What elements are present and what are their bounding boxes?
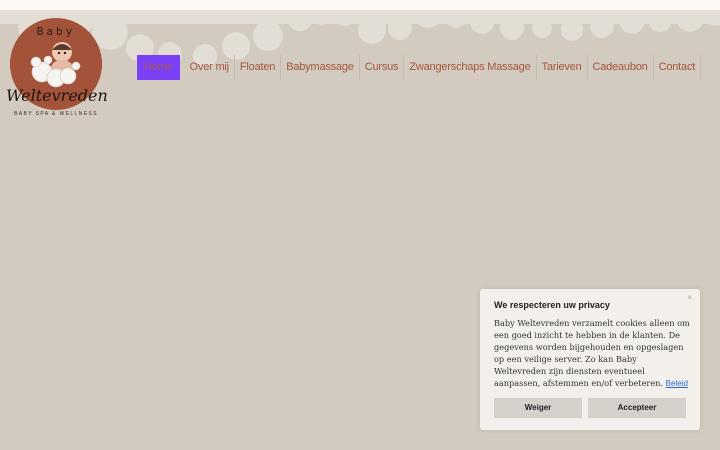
logo-top-text: Baby	[36, 25, 76, 38]
nav-item-home[interactable]: Home	[137, 55, 180, 80]
nav-item-over-mij[interactable]: Over mij	[185, 55, 235, 80]
nav-item-tarieven[interactable]: Tarieven	[537, 55, 588, 80]
cookie-consent-dialog: We respecteren uw privacy × Baby Weltevr…	[480, 289, 700, 430]
cookie-title: We respecteren uw privacy	[494, 300, 610, 310]
site-logo[interactable]: Baby Weltevreden BABY SPA & WELLNESS	[6, 14, 108, 120]
cookie-body-text: Baby Weltevreden verzamelt cookies allee…	[494, 318, 690, 388]
logo-tagline: BABY SPA & WELLNESS	[14, 111, 98, 117]
baby-illustration-icon	[30, 42, 81, 88]
policy-link[interactable]: Beleid	[666, 379, 688, 388]
nav-item-cadeaubon[interactable]: Cadeaubon	[588, 55, 654, 80]
close-icon[interactable]: ×	[687, 293, 692, 302]
nav-item-floaten[interactable]: Floaten	[235, 55, 282, 80]
deny-button[interactable]: Weiger	[494, 398, 582, 418]
nav-item-babymassage[interactable]: Babymassage	[281, 55, 360, 80]
nav-item-zwangerschaps-massage[interactable]: Zwangerschaps Massage	[404, 55, 537, 80]
nav-item-cursus[interactable]: Cursus	[360, 55, 405, 80]
accept-button[interactable]: Accepteer	[588, 398, 686, 418]
main-navigation: Home Over mij Floaten Babymassage Cursus…	[137, 55, 702, 80]
logo-name-text: Weltevreden	[6, 86, 108, 105]
nav-item-contact[interactable]: Contact	[654, 55, 702, 80]
cookie-message: Baby Weltevreden verzamelt cookies allee…	[494, 317, 690, 390]
